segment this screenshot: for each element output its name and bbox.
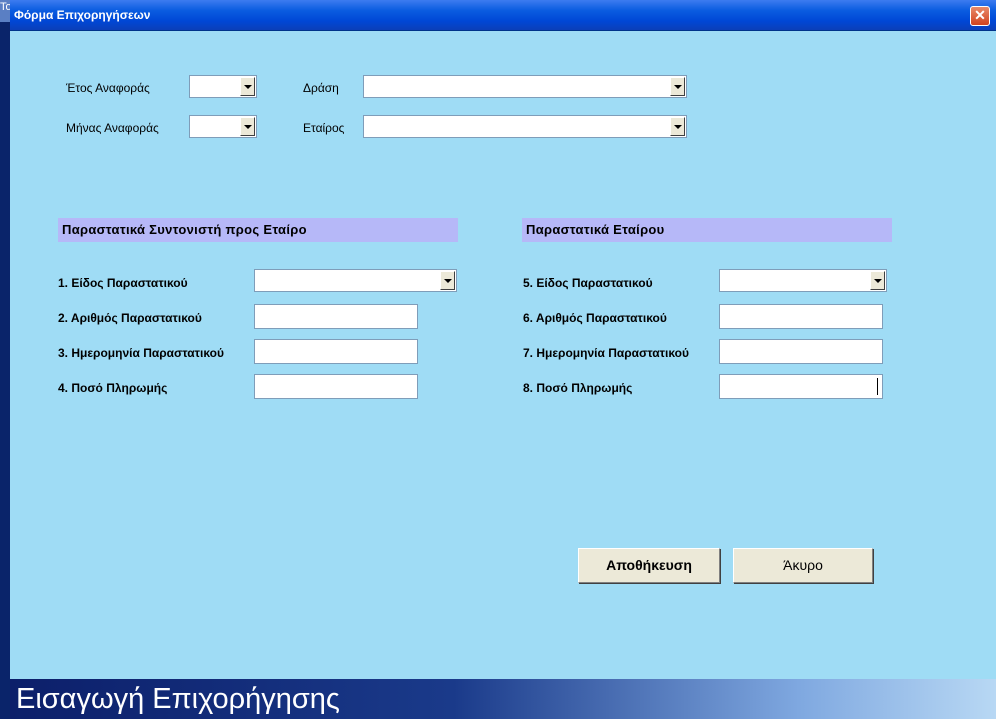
partner-amount-input[interactable] [719,374,883,399]
grant-form-window: Φόρμα Επιχορηγήσεων ✕ Έτος Αναφοράς Μήνα… [10,0,996,719]
year-dropdown[interactable] [189,75,257,98]
text-cursor [877,378,878,395]
coordinator-doc-date-label: 3. Ημερομηνία Παραστατικού [58,346,224,360]
partner-doc-type-dropdown[interactable] [719,269,887,292]
chevron-down-icon[interactable] [440,271,455,290]
partner-label: Εταίρος [303,121,345,135]
chevron-down-icon[interactable] [670,117,685,136]
partner-dropdown[interactable] [363,115,687,138]
coordinator-amount-label: 4. Ποσό Πληρωμής [58,381,168,395]
chevron-down-icon[interactable] [870,271,885,290]
partner-amount-label: 8. Ποσό Πληρωμής [523,381,633,395]
coordinator-doc-date-input[interactable] [254,339,418,364]
partner-doc-type-label: 5. Είδος Παραστατικού [523,276,653,290]
chevron-down-icon[interactable] [240,77,255,96]
cancel-button[interactable]: Άκυρο [733,548,873,583]
coordinator-amount-input[interactable] [254,374,418,399]
partner-doc-date-input[interactable] [719,339,883,364]
partner-section-header: Παραστατικά Εταίρου [522,218,892,242]
action-label: Δράση [303,81,339,95]
save-button[interactable]: Αποθήκευση [578,548,720,583]
coordinator-doc-number-label: 2. Αριθμός Παραστατικού [58,311,202,325]
close-icon: ✕ [974,7,986,23]
coordinator-doc-type-label: 1. Είδος Παραστατικού [58,276,188,290]
month-dropdown[interactable] [189,115,257,138]
partner-doc-number-label: 6. Αριθμός Παραστατικού [523,311,667,325]
month-label: Μήνας Αναφοράς [66,121,159,135]
coordinator-doc-number-input[interactable] [254,304,418,329]
action-dropdown[interactable] [363,75,687,98]
title-bar[interactable]: Φόρμα Επιχορηγήσεων ✕ [10,0,996,31]
footer-banner: Εισαγωγή Επιχορήγησης [10,679,996,719]
close-button[interactable]: ✕ [970,6,990,26]
window-title: Φόρμα Επιχορηγήσεων [14,8,151,22]
chevron-down-icon[interactable] [670,77,685,96]
partner-doc-number-input[interactable] [719,304,883,329]
background-window-tab: To [0,0,10,22]
year-label: Έτος Αναφοράς [66,81,150,95]
chevron-down-icon[interactable] [240,117,255,136]
coordinator-doc-type-dropdown[interactable] [254,269,457,292]
footer-title: Εισαγωγή Επιχορήγησης [16,683,340,715]
partner-doc-date-label: 7. Ημερομηνία Παραστατικού [523,346,689,360]
background-tab-text: To [0,1,10,13]
coordinator-section-header: Παραστατικά Συντονιστή προς Εταίρο [58,218,458,242]
